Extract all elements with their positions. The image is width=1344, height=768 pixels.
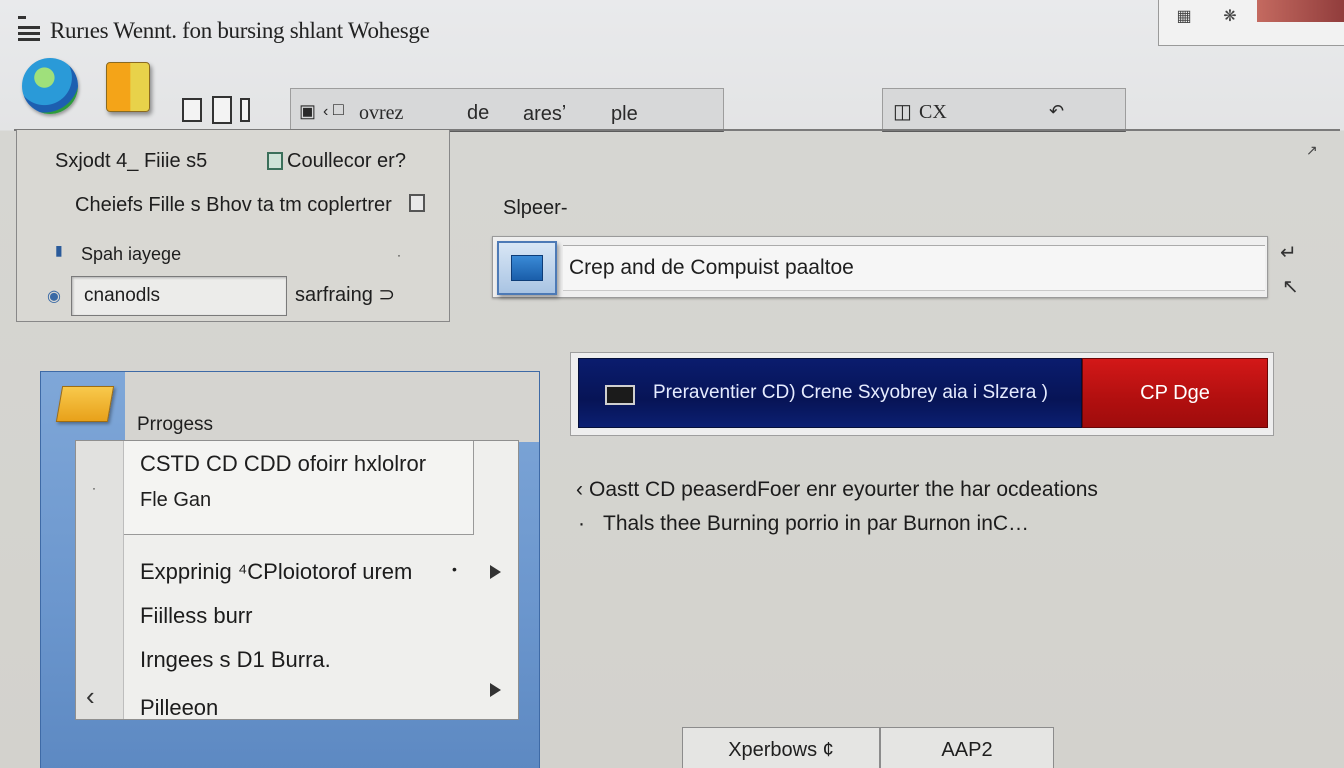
minimize-icon[interactable]: ▦	[1173, 6, 1195, 28]
drive-icon	[605, 385, 635, 405]
file-options-group: Sxjodt 4_ Fiiie s5 Coullecor er? Cheiefs…	[16, 130, 450, 322]
subject-label: Sxjodt 4_ Fiiie s5	[55, 150, 208, 172]
dot-marker: ·	[397, 248, 401, 262]
copy-icon[interactable]: ◫	[893, 99, 912, 124]
back-arrow-icon[interactable]: ‹	[86, 681, 95, 712]
search-input[interactable]	[563, 245, 1265, 291]
toolbar-item-de[interactable]: de	[467, 102, 489, 125]
folder-icon	[55, 386, 115, 422]
browser-icon[interactable]	[22, 58, 78, 114]
menu-item-pilleeon[interactable]: Pilleeon	[140, 695, 218, 721]
files-app-icon[interactable]	[106, 62, 150, 112]
selected-item-title: CSTD CD CDD ofoirr hxlolror	[140, 451, 427, 476]
selected-item-box[interactable]: CSTD CD CDD ofoirr hxlolror Fle Gan	[124, 441, 474, 535]
toolbar-group-2: ◫ CX ↶	[882, 88, 1126, 132]
info-icon: ▮	[55, 242, 63, 258]
toolbar-item-cx[interactable]: CX	[919, 101, 947, 124]
aap2-button[interactable]: AAP2	[880, 727, 1054, 768]
collector-checkbox[interactable]	[267, 152, 283, 170]
app-menu-icon[interactable]	[16, 12, 44, 44]
disc-icon: ◉	[47, 288, 61, 305]
panel-content: · ‹ CSTD CD CDD ofoirr hxlolror Fle Gan …	[75, 440, 519, 720]
panel-sidebar: · ‹	[76, 441, 124, 719]
spah-label: Spah iayege	[81, 244, 182, 264]
menu-item-expprinig[interactable]: Expprinig ⁴CPloiotorof urem	[140, 559, 412, 585]
menu-item-irngees[interactable]: Irngees s D1 Burra.	[140, 647, 331, 673]
sarfraing-label: sarfraing ⊃	[295, 284, 396, 306]
resize-grip-icon[interactable]: ↗	[1306, 142, 1318, 159]
panel-header: Prrogess	[125, 372, 539, 442]
toolbar-item-ple[interactable]: ple	[611, 103, 638, 126]
progress-text: Preraventier CD) Crene Sxyobrey aia i Sl…	[653, 382, 1048, 403]
window-icon[interactable]: □	[333, 99, 344, 120]
settings-icon[interactable]: ❋	[1219, 6, 1241, 28]
panel-title: Prrogess	[137, 414, 214, 435]
xperbows-button[interactable]: Xperbows ¢	[682, 727, 880, 768]
search-box	[492, 236, 1268, 298]
files-checkbox[interactable]	[409, 194, 425, 212]
window-title: Rurıes Wennt. fon bursing shlant Wohesge	[50, 18, 430, 43]
clipboard-icon[interactable]	[212, 96, 232, 124]
chevron-right-icon[interactable]	[490, 565, 501, 579]
chevron-left-icon: ‹	[576, 478, 583, 501]
progress-fill: Preraventier CD) Crene Sxyobrey aia i Sl…	[578, 358, 1082, 428]
bracket-icon: ‹	[323, 103, 329, 120]
column-icon[interactable]	[240, 98, 250, 122]
search-label: Slpeer-	[503, 197, 568, 219]
page-icon[interactable]: ▣	[299, 101, 316, 122]
cnanodls-field[interactable]: cnanodls	[71, 276, 287, 316]
expand-icon[interactable]: ↵	[1280, 240, 1297, 265]
cancel-burn-button[interactable]: CP Dge	[1082, 358, 1268, 428]
undo-icon[interactable]: ↶	[1049, 101, 1064, 122]
bullet-icon: ·	[578, 512, 585, 535]
selected-item-subtitle: Fle Gan	[140, 489, 212, 511]
status-line-2: · Thals thee Burning porrio in par Burnon…	[578, 512, 1030, 535]
toolbar-item-ovrez[interactable]: ovrez	[359, 102, 403, 125]
document-icon[interactable]	[182, 98, 202, 122]
disc-drive-icon[interactable]	[497, 241, 557, 295]
status-line-1: ‹ Oastt CD peaserdFoer enr eyourter the h…	[576, 478, 1098, 501]
collector-label: Coullecor er?	[287, 150, 406, 172]
menu-item-bullet: •	[452, 561, 457, 577]
burn-progress-bar: Preraventier CD) Crene Sxyobrey aia i Sl…	[570, 352, 1274, 436]
sidebar-dot: ·	[92, 481, 96, 495]
files-label: Cheiefs Fille s Bhov ta tm coplertrer	[75, 194, 392, 216]
preview-thumbnail	[1257, 0, 1344, 22]
progress-panel: Prrogess · ‹ CSTD CD CDD ofoirr hxlolror…	[40, 371, 540, 768]
chevron-right-icon[interactable]	[490, 683, 501, 697]
menu-item-fiilless[interactable]: Fiilless burr	[140, 603, 252, 629]
toolbar-group-1: ▣ ‹ □ ovrez de aresʼ ple	[290, 88, 724, 132]
toolbar-icon-group	[182, 96, 266, 126]
window-controls: ▦ ❋	[1158, 0, 1344, 46]
cursor-icon[interactable]: ↖	[1282, 274, 1299, 299]
toolbar-item-ares[interactable]: aresʼ	[523, 103, 566, 126]
